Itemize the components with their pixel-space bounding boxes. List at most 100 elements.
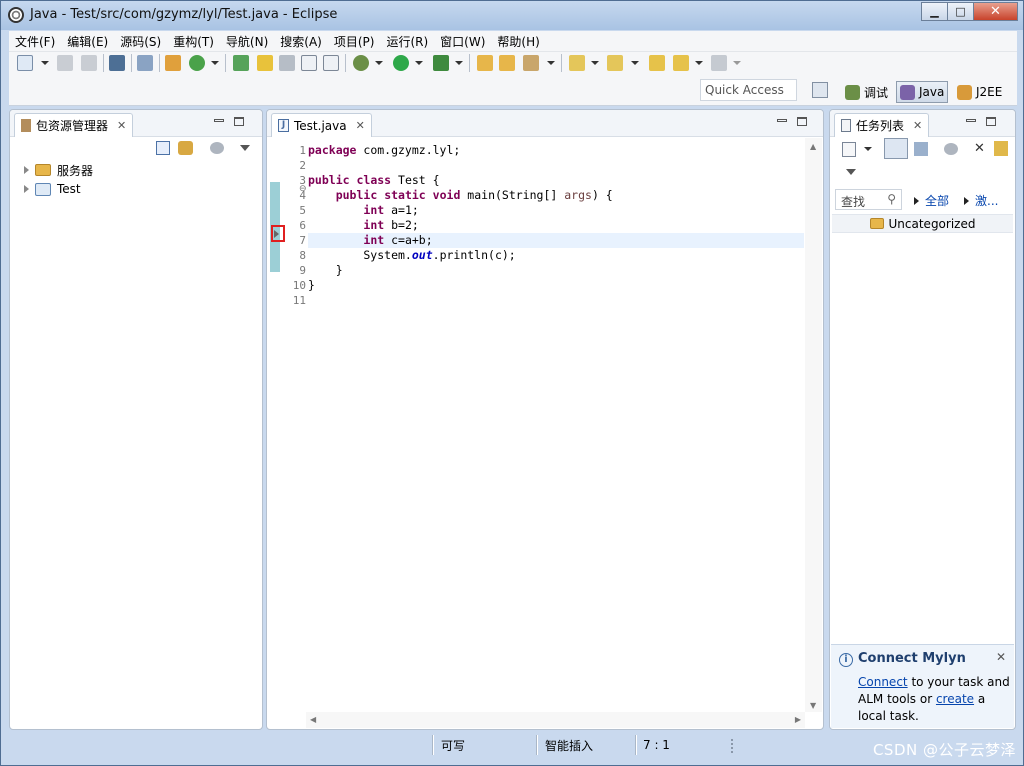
open-folder-icon[interactable] xyxy=(477,55,493,71)
link-with-editor-icon[interactable] xyxy=(178,141,193,155)
fold-icon[interactable]: ⊖ xyxy=(299,184,307,194)
next-annotation-icon[interactable] xyxy=(569,55,585,71)
synchronize-icon[interactable] xyxy=(944,143,958,155)
categorized-icon[interactable] xyxy=(884,138,908,159)
minimize-view-icon[interactable] xyxy=(214,119,224,122)
chevron-down-icon[interactable] xyxy=(240,145,250,151)
perspective-debug[interactable]: 调试 xyxy=(842,81,891,103)
forward-icon[interactable] xyxy=(711,55,727,71)
close-tab-icon[interactable]: ✕ xyxy=(913,119,922,132)
tab-test-java[interactable]: J Test.java ✕ xyxy=(271,113,372,137)
refresh-dropdown-icon[interactable] xyxy=(211,61,219,65)
code-line-current[interactable]: int c=a+b; xyxy=(308,233,804,248)
pen-dropdown-icon[interactable] xyxy=(547,61,555,65)
open-perspective-icon[interactable] xyxy=(812,82,828,98)
tree-item-test-project[interactable]: Test xyxy=(24,180,81,198)
scroll-down-icon[interactable]: ▼ xyxy=(810,701,816,710)
open-project-icon[interactable] xyxy=(499,55,515,71)
filter-all-link[interactable]: 全部 xyxy=(914,192,949,209)
run-icon[interactable] xyxy=(393,55,409,71)
debug-icon[interactable] xyxy=(353,55,369,71)
scheduled-icon[interactable] xyxy=(914,142,928,156)
code-line[interactable]: int a=1; xyxy=(308,203,804,218)
connect-link[interactable]: Connect xyxy=(858,675,908,689)
maximize-view-icon[interactable] xyxy=(797,117,807,126)
close-tab-icon[interactable]: ✕ xyxy=(356,119,365,132)
tab-task-list[interactable]: 任务列表 ✕ xyxy=(834,113,930,137)
menu-file[interactable]: 文件(F) xyxy=(9,33,61,50)
back-dropdown-icon[interactable] xyxy=(695,61,703,65)
quick-access-input[interactable]: Quick Access xyxy=(700,79,797,101)
collapse-icon[interactable]: ✕ xyxy=(974,142,988,156)
scroll-right-icon[interactable]: ▶ xyxy=(795,715,801,724)
expand-icon[interactable] xyxy=(24,166,29,174)
expand-icon[interactable] xyxy=(24,185,29,193)
code-line[interactable]: public static void main(String[] args) { xyxy=(308,188,804,203)
save-all-icon[interactable] xyxy=(81,55,97,71)
next-annotation-dropdown-icon[interactable] xyxy=(591,61,599,65)
run-dropdown-icon[interactable] xyxy=(415,61,423,65)
menu-window[interactable]: 窗口(W) xyxy=(434,33,491,50)
perspective-j2ee[interactable]: J2EE xyxy=(954,81,1005,103)
menu-run[interactable]: 运行(R) xyxy=(380,33,434,50)
view-menu-icon[interactable] xyxy=(210,142,224,154)
menu-edit[interactable]: 编辑(E) xyxy=(61,33,114,50)
maximize-view-icon[interactable] xyxy=(986,117,996,126)
maximize-button[interactable]: □ xyxy=(947,2,974,21)
menu-refactor[interactable]: 重构(T) xyxy=(167,33,220,50)
external-dropdown-icon[interactable] xyxy=(455,61,463,65)
minimize-view-icon[interactable] xyxy=(966,119,976,122)
new-dropdown-icon[interactable] xyxy=(41,61,49,65)
tab-package-explorer[interactable]: 包资源管理器 ✕ xyxy=(14,113,134,137)
new-task-icon[interactable] xyxy=(842,142,856,157)
maximize-view-icon[interactable] xyxy=(234,117,244,126)
show-whitespace-icon[interactable] xyxy=(323,55,339,71)
new-icon[interactable] xyxy=(17,55,33,71)
prev-annotation-dropdown-icon[interactable] xyxy=(631,61,639,65)
perspective-java[interactable]: Java xyxy=(896,81,949,103)
new-task-dropdown-icon[interactable] xyxy=(864,147,872,151)
run-external-icon[interactable] xyxy=(433,55,449,71)
code-line[interactable]: package com.gzymz.lyl; xyxy=(308,143,804,158)
task-find-input[interactable]: 查找 ⚲ xyxy=(835,189,902,210)
open-type-icon[interactable] xyxy=(233,55,249,71)
last-edit-icon[interactable] xyxy=(649,55,665,71)
horizontal-scrollbar[interactable]: ◀ ▶ xyxy=(306,712,805,728)
task-category-row[interactable]: Uncategorized xyxy=(832,214,1013,233)
code-line[interactable]: } xyxy=(308,278,804,293)
close-window-button[interactable]: ✕ xyxy=(973,2,1018,21)
menu-project[interactable]: 项目(P) xyxy=(328,33,381,50)
menu-search[interactable]: 搜索(A) xyxy=(274,33,328,50)
menu-source[interactable]: 源码(S) xyxy=(114,33,167,50)
scroll-up-icon[interactable]: ▲ xyxy=(810,142,816,151)
chevron-down-icon[interactable] xyxy=(846,169,856,175)
scroll-left-icon[interactable]: ◀ xyxy=(310,715,316,724)
forward-dropdown-icon[interactable] xyxy=(733,61,741,65)
minimize-view-icon[interactable] xyxy=(777,119,787,122)
collapse-all-icon[interactable] xyxy=(156,141,170,155)
code-line[interactable] xyxy=(308,293,804,308)
annotation-icon[interactable] xyxy=(279,55,295,71)
menu-help[interactable]: 帮助(H) xyxy=(491,33,545,50)
task-icon[interactable] xyxy=(257,55,273,71)
menu-navigate[interactable]: 导航(N) xyxy=(220,33,274,50)
refresh-icon[interactable] xyxy=(189,55,205,71)
back-icon[interactable] xyxy=(673,55,689,71)
skip-breakpoints-icon[interactable] xyxy=(137,55,153,71)
new-java-project-icon[interactable] xyxy=(165,55,181,71)
code-line[interactable]: int b=2; xyxy=(308,218,804,233)
prev-annotation-icon[interactable] xyxy=(607,55,623,71)
vertical-scrollbar[interactable]: ▲ ▼ xyxy=(805,138,822,712)
pen-icon[interactable] xyxy=(523,55,539,71)
code-line[interactable] xyxy=(308,158,804,173)
close-icon[interactable]: ✕ xyxy=(996,650,1006,664)
code-editor[interactable]: 1 2 3 4 5 6 7 8 9 10 11 ⊖ package com.gzymz.lyl; pu… xyxy=(268,138,822,728)
filter-activate-link[interactable]: 激... xyxy=(964,192,998,209)
terminal-icon[interactable] xyxy=(109,55,125,71)
tree-item-servers[interactable]: 服务器 xyxy=(24,161,93,179)
code-line[interactable]: System.out.println(c); xyxy=(308,248,804,263)
code-line[interactable]: public class Test { xyxy=(308,173,804,188)
close-tab-icon[interactable]: ✕ xyxy=(117,119,126,132)
save-icon[interactable] xyxy=(57,55,73,71)
focus-icon[interactable] xyxy=(994,141,1008,156)
